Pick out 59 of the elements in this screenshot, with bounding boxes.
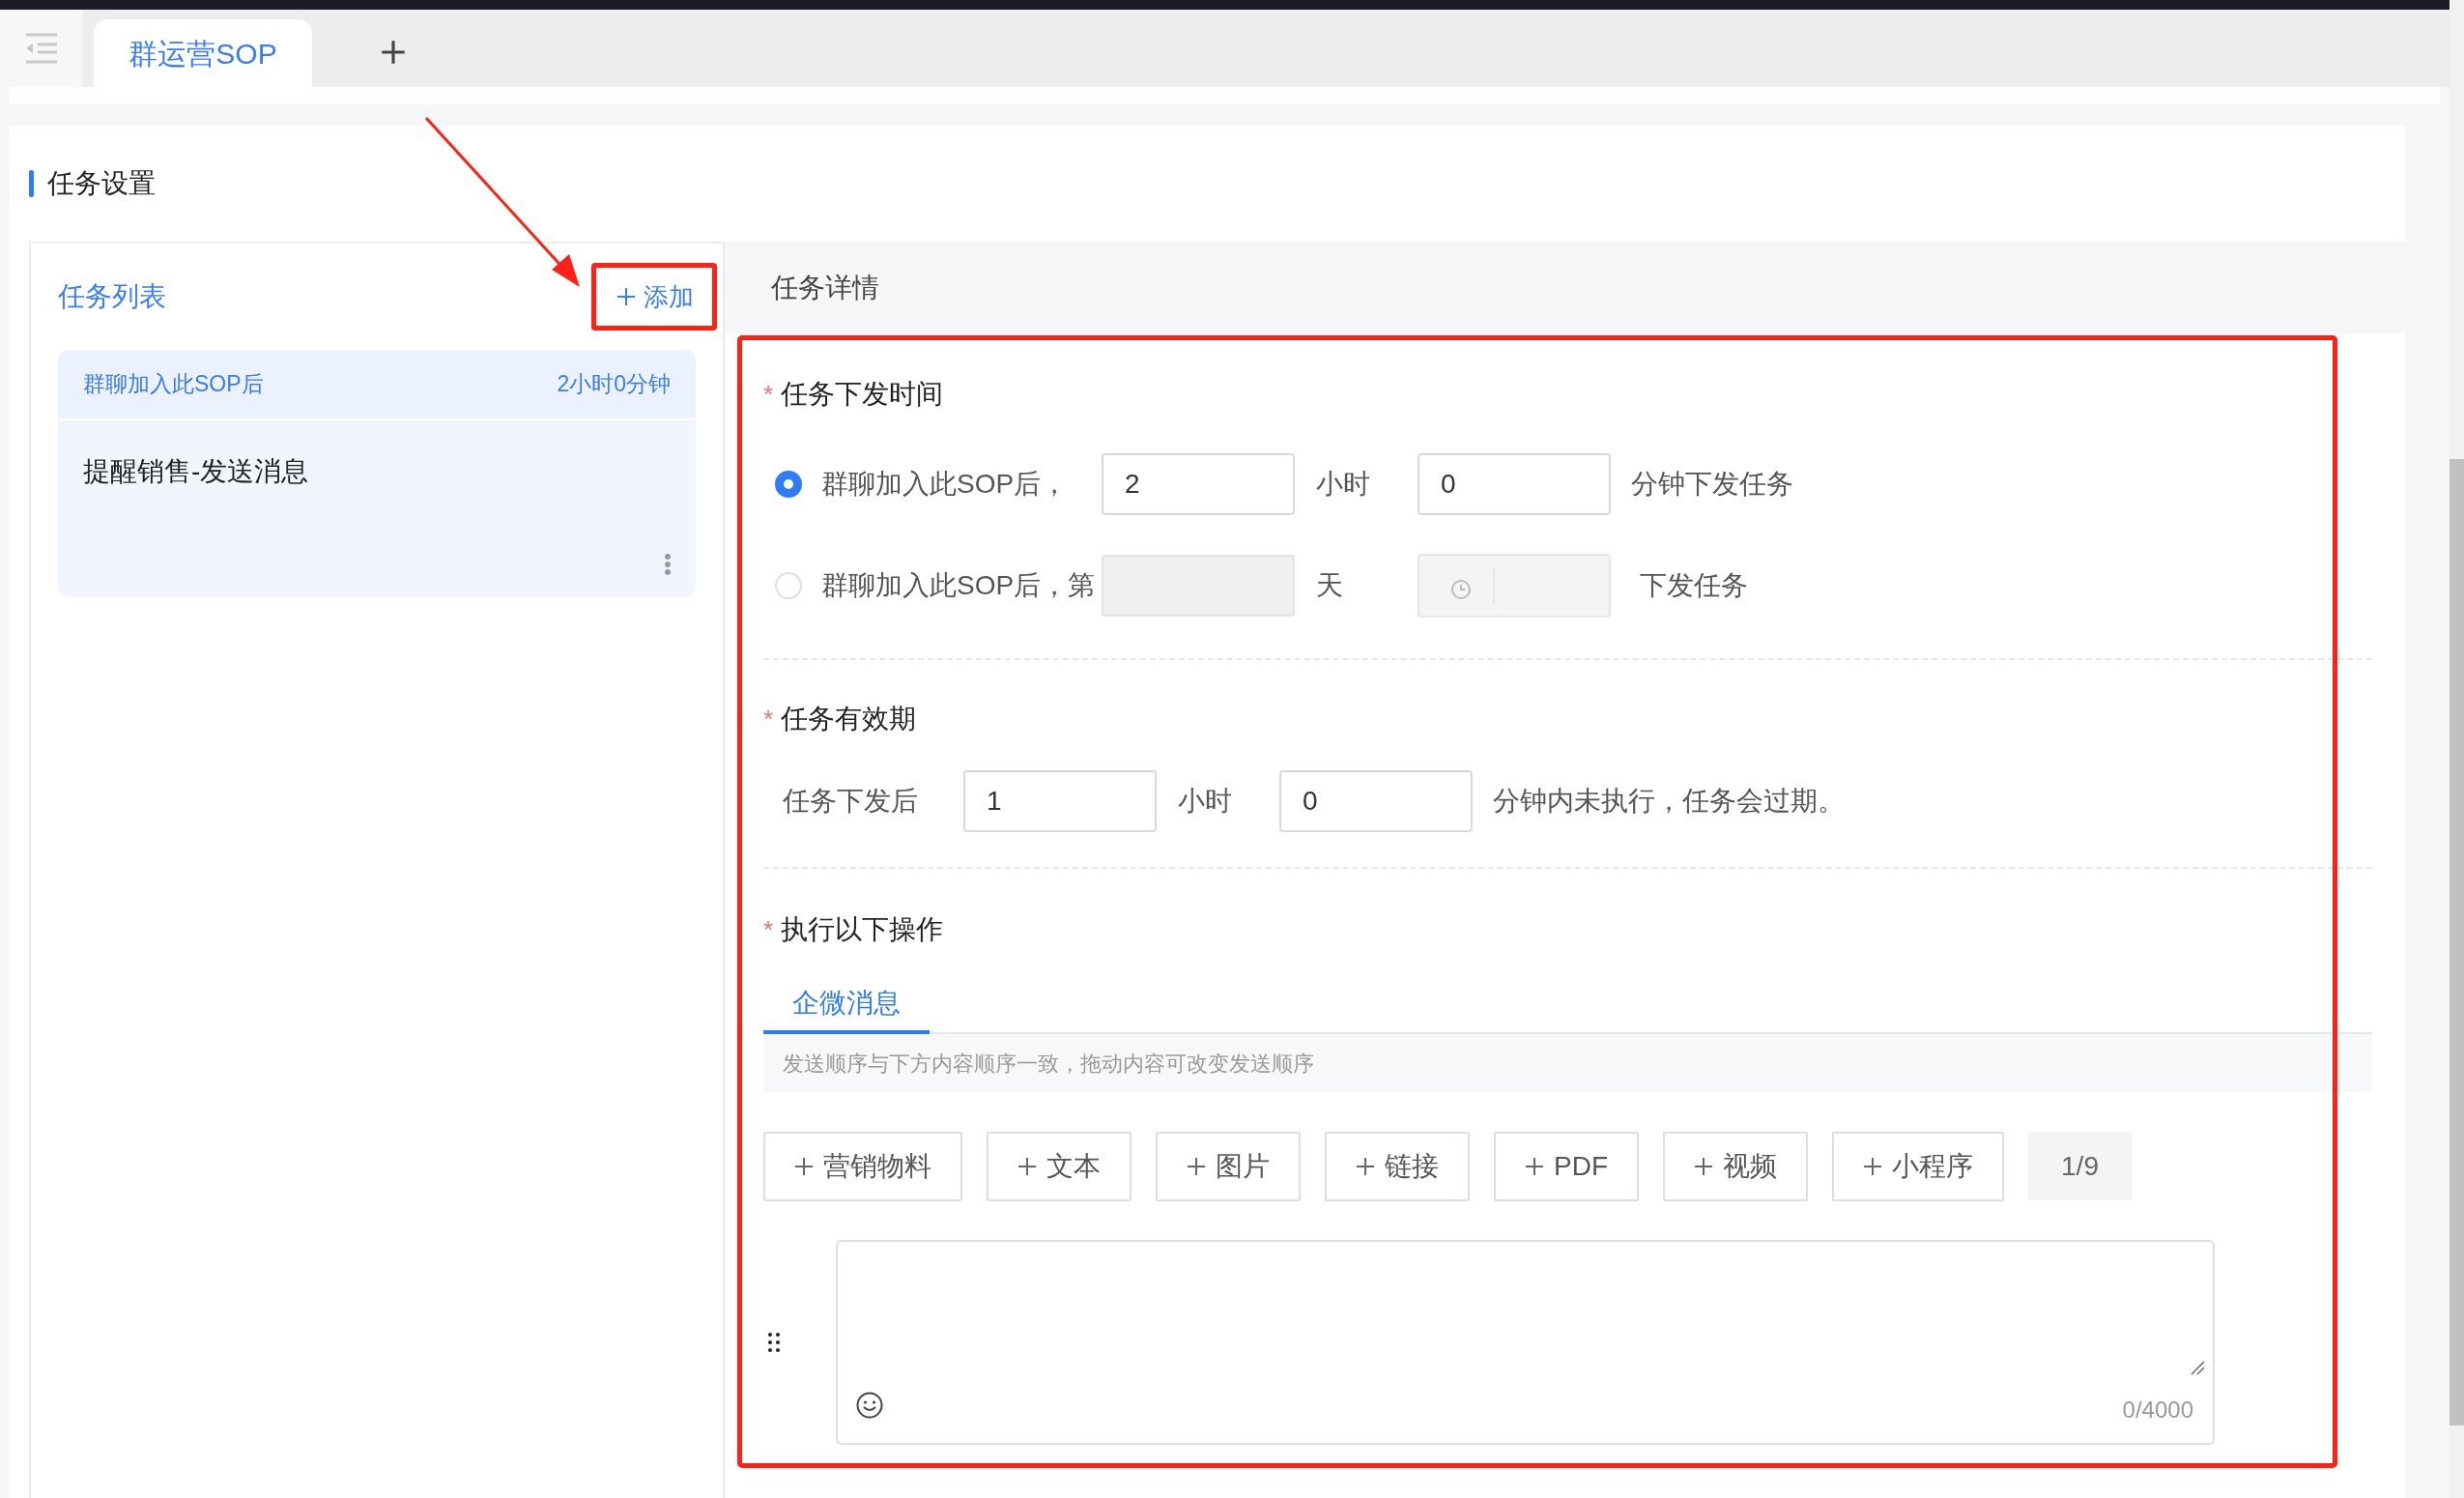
plus-icon <box>381 40 406 65</box>
add-content-button[interactable]: 图片 <box>1156 1132 1301 1201</box>
task-delay: 2小时0分钟 <box>557 370 671 399</box>
plus-icon <box>1863 1157 1882 1176</box>
emoji-button[interactable] <box>855 1391 884 1420</box>
plus-icon <box>794 1157 814 1176</box>
task-list-title: 任务列表 <box>58 280 166 313</box>
section-title: 任务设置 <box>47 167 156 200</box>
field-label: 任务下发时间 <box>781 378 944 411</box>
plus-icon <box>1187 1157 1206 1176</box>
add-content-button[interactable]: 小程序 <box>1832 1132 2004 1201</box>
unit-label: 小时 <box>1177 785 1233 818</box>
plus-icon <box>1525 1157 1544 1176</box>
radio-button[interactable] <box>775 471 802 498</box>
unit-label: 下发任务 <box>1640 569 1748 602</box>
unit-label: 小时 <box>1315 468 1371 501</box>
field-label: 执行以下操作 <box>781 913 944 946</box>
add-content-button[interactable]: 视频 <box>1663 1132 1808 1201</box>
clock-icon <box>1450 579 1472 600</box>
option-label: 群聊加入此SOP后， <box>821 468 1070 501</box>
more-icon <box>664 553 672 576</box>
add-task-button[interactable]: 添加 <box>616 277 694 316</box>
menu-button[interactable] <box>0 10 82 87</box>
number-input[interactable]: 0 <box>1279 770 1473 832</box>
task-name: 提醒销售-发送消息 <box>83 455 309 488</box>
task-card[interactable]: 群聊加入此SOP后 2小时0分钟 提醒销售-发送消息 <box>58 350 696 597</box>
field-label: 任务下发后 <box>783 785 919 818</box>
hint-text: 发送顺序与下方内容顺序一致，拖动内容可改变发送顺序 <box>783 1050 1314 1078</box>
smiley-icon <box>855 1391 884 1420</box>
task-trigger: 群聊加入此SOP后 <box>83 370 264 399</box>
required-mark: * <box>763 378 774 411</box>
character-counter: 0/4000 <box>2122 1396 2193 1425</box>
plus-icon <box>1356 1157 1375 1176</box>
option-label: 群聊加入此SOP后，第 <box>821 569 1097 602</box>
plus-icon <box>616 287 636 306</box>
add-content-button[interactable]: 文本 <box>987 1132 1132 1201</box>
number-input[interactable]: 0 <box>1418 453 1611 515</box>
unit-label: 分钟内未执行，任务会过期。 <box>1493 785 1845 818</box>
plus-icon <box>1017 1157 1037 1176</box>
item-count: 1/9 <box>2028 1133 2132 1200</box>
number-input[interactable]: 1 <box>963 770 1157 832</box>
tab[interactable]: 群运营SOP <box>94 19 312 87</box>
field-label: 任务有效期 <box>781 703 917 735</box>
plus-icon <box>1694 1157 1713 1176</box>
add-content-button[interactable]: 营销物料 <box>763 1132 962 1201</box>
drag-handle-icon[interactable] <box>767 1332 781 1353</box>
unit-label: 天 <box>1315 569 1344 602</box>
scrollbar-thumb[interactable] <box>2450 459 2464 1426</box>
add-content-button[interactable]: 链接 <box>1325 1132 1470 1201</box>
unit-label: 分钟下发任务 <box>1631 468 1793 501</box>
menu-collapse-icon <box>23 33 59 64</box>
required-mark: * <box>763 703 774 735</box>
required-mark: * <box>763 913 774 946</box>
add-content-button[interactable]: PDF <box>1494 1132 1639 1201</box>
resize-handle-icon[interactable] <box>2190 1360 2205 1375</box>
scrollbar[interactable] <box>2450 0 2464 1498</box>
detail-title: 任务详情 <box>771 271 879 304</box>
number-input[interactable]: 2 <box>1102 453 1295 515</box>
section-marker <box>29 170 34 197</box>
